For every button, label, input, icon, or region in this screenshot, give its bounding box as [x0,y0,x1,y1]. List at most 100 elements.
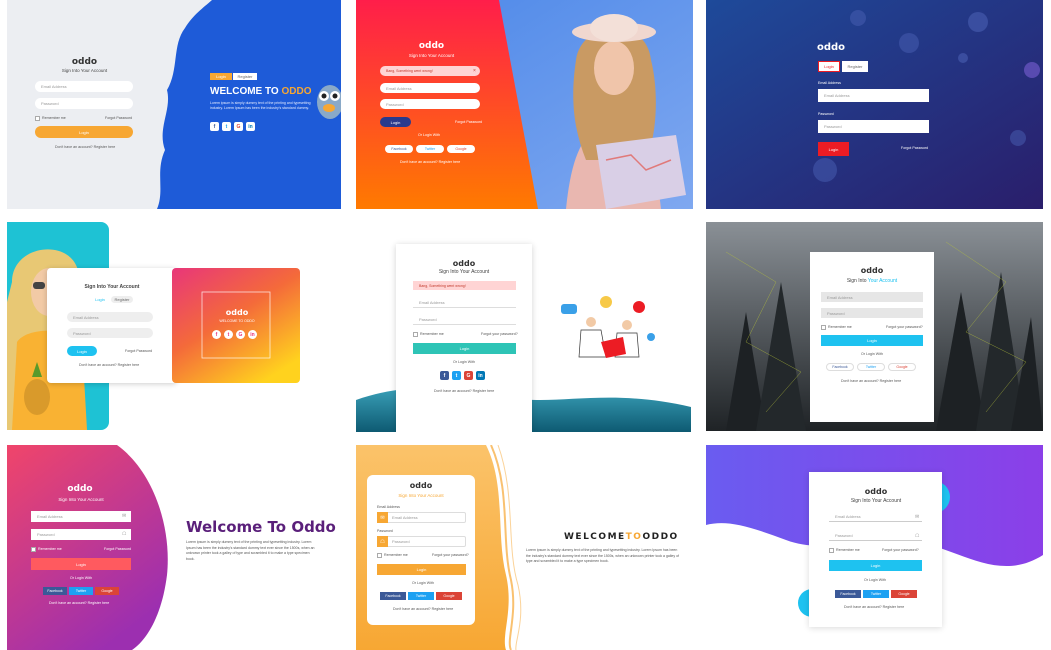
password-input[interactable]: Password [31,529,131,540]
tab-login[interactable]: Login [818,61,840,72]
register-link[interactable]: Don't have an account? Register here [400,160,460,164]
remember-label: Remember me [42,116,66,120]
facebook-button[interactable]: Facebook [385,145,413,153]
mascot-icon [317,85,341,119]
register-link[interactable]: Don't have an account? Register here [49,601,109,605]
password-input[interactable]: Password [818,120,929,133]
register-link[interactable]: Don't have an account? Register here [55,145,115,149]
google-icon[interactable]: G [234,122,243,131]
remember-checkbox[interactable] [829,548,834,553]
remember-checkbox[interactable] [31,547,36,552]
twitter-icon[interactable]: t [224,330,233,339]
facebook-icon[interactable]: f [440,371,449,380]
twitter-button[interactable]: Twitter [416,145,444,153]
woman-with-map-photo [566,14,686,209]
login-button[interactable]: Login [31,558,131,570]
login-button[interactable]: Login [829,560,922,571]
register-link[interactable]: Don't have an account? Register here [79,363,139,367]
brand-logo: oddo [418,41,445,51]
password-input[interactable]: Password [821,308,923,318]
forgot-link[interactable]: Forgot Password [105,116,132,120]
remember-checkbox[interactable] [413,332,418,337]
google-button[interactable]: Google [447,145,475,153]
register-link[interactable]: Don't have an account? Register here [434,389,494,393]
login-button[interactable]: Login [821,335,923,346]
register-link[interactable]: Don't have an account? Register here [393,607,453,611]
remember-checkbox[interactable] [377,553,382,558]
email-input[interactable]: Email Address [818,89,929,102]
twitter-button[interactable]: Twitter [857,363,885,371]
twitter-icon[interactable]: t [222,122,231,131]
password-label: Password [377,529,393,533]
envelope-icon: ✉ [122,513,127,519]
twitter-icon[interactable]: t [452,371,461,380]
password-input[interactable]: Password [380,99,480,109]
tab-register[interactable]: Register [111,296,133,303]
email-input[interactable]: Email Address [377,512,466,523]
email-input[interactable]: Email Address [829,512,922,522]
login-button[interactable]: Login [413,343,516,354]
login-button[interactable]: Login [35,126,133,138]
login-button[interactable]: Login [67,346,97,356]
lock-icon: ☖ [377,536,388,547]
remember-checkbox[interactable] [821,325,826,330]
remember-label: Remember me [38,547,62,551]
linkedin-icon[interactable]: in [248,330,257,339]
login-button[interactable]: Login [380,117,411,127]
brand-logo: oddo [71,57,98,67]
forgot-link[interactable]: Forgot Password [455,120,482,124]
password-input[interactable]: Password [413,315,516,325]
email-input[interactable]: Email Address [67,312,153,322]
tab-login[interactable]: Login [90,296,110,303]
remember-label: Remember me [828,325,852,329]
welcome-word-2: TO [625,532,643,542]
linkedin-icon[interactable]: in [246,122,255,131]
forgot-link[interactable]: Forgot your password? [882,548,919,552]
login-button[interactable]: Login [377,564,466,575]
twitter-button[interactable]: Twitter [69,587,93,595]
password-input[interactable]: Password [67,328,153,338]
forgot-link[interactable]: Forgot your password? [481,332,518,336]
google-icon[interactable]: G [464,371,473,380]
page-title: Sign Into Your Account [438,269,490,275]
tab-login[interactable]: Login [210,73,232,80]
login-button[interactable]: Login [818,142,849,156]
email-input[interactable]: Email Address [31,511,131,522]
welcome-small: WELCOME TO ODDO [219,319,255,323]
register-link[interactable]: Don't have an account? Register here [841,379,901,383]
password-input[interactable]: Password [35,98,133,109]
facebook-icon[interactable]: f [212,330,221,339]
or-login-with: Or Login With [864,578,886,582]
close-icon[interactable]: × [473,68,476,74]
forgot-link[interactable]: Forgot your password? [886,325,923,329]
facebook-button[interactable]: Facebook [380,592,406,600]
forgot-link[interactable]: Forgot Password [104,547,131,551]
forgot-link[interactable]: Forgot Password [125,349,152,353]
email-input[interactable]: Email Address [35,81,133,92]
remember-label: Remember me [420,332,444,336]
facebook-button[interactable]: Facebook [835,590,861,598]
linkedin-icon[interactable]: in [476,371,485,380]
tile-5-login: oddo Sign Into Your Account Bang, Someth… [356,222,691,432]
tab-register[interactable]: Register [233,73,257,80]
google-icon[interactable]: G [236,330,245,339]
facebook-button[interactable]: Facebook [43,587,67,595]
google-button[interactable]: Google [436,592,462,600]
facebook-button[interactable]: Facebook [826,363,854,371]
forgot-link[interactable]: Forgot Password [901,146,928,150]
google-button[interactable]: Google [888,363,916,371]
google-button[interactable]: Google [95,587,119,595]
twitter-button[interactable]: Twitter [408,592,434,600]
password-input[interactable]: Password [377,536,466,547]
email-input[interactable]: Email Address [413,298,516,308]
google-button[interactable]: Google [891,590,917,598]
twitter-button[interactable]: Twitter [863,590,889,598]
password-input[interactable]: Password [829,531,922,541]
remember-checkbox[interactable] [35,116,40,121]
email-input[interactable]: Email Address [821,292,923,302]
facebook-icon[interactable]: f [210,122,219,131]
forgot-link[interactable]: Forgot your password? [432,553,469,557]
tab-register[interactable]: Register [842,61,868,72]
register-link[interactable]: Don't have an account? Register here [844,605,904,609]
email-input[interactable]: Email Address [380,83,480,93]
